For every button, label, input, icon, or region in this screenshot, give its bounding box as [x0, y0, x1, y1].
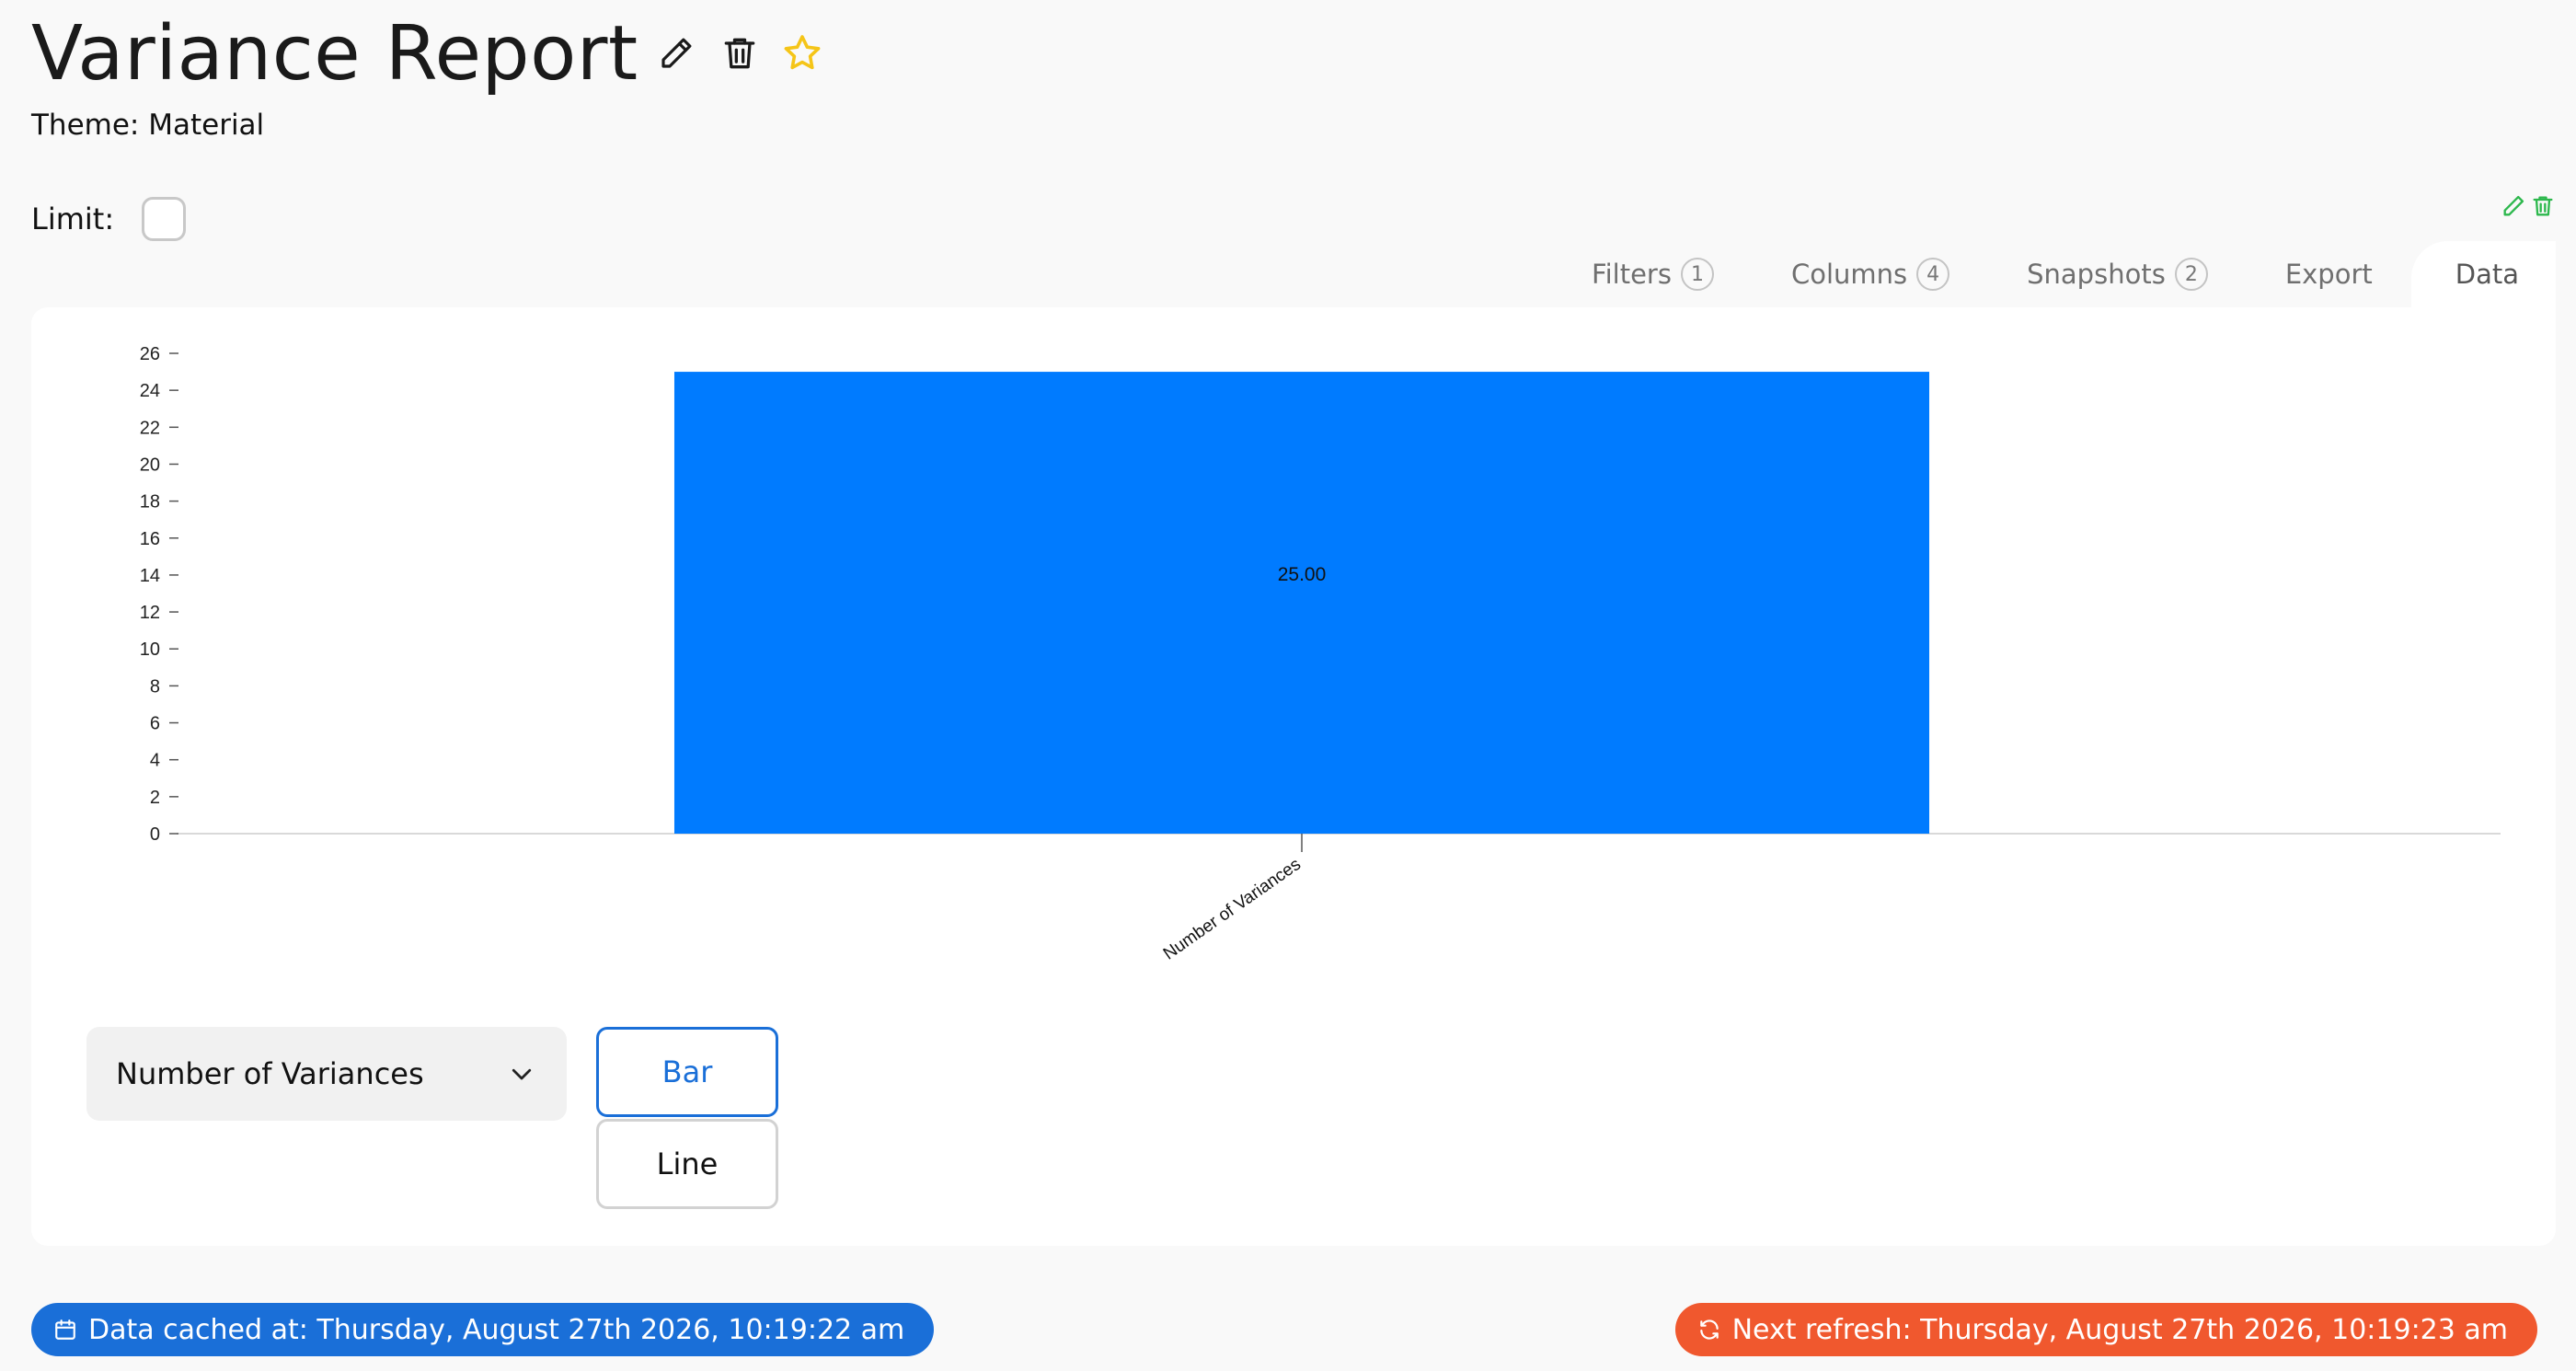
chevron-down-icon: [512, 1068, 532, 1080]
y-tick-label: 2: [150, 788, 160, 808]
theme-label: Theme: Material: [31, 109, 265, 142]
tab-count-badge: 2: [2174, 258, 2208, 291]
tab-filters[interactable]: Filters 1: [1553, 241, 1753, 307]
trash-icon: [724, 38, 754, 69]
tab-snapshots[interactable]: Snapshots 2: [1988, 241, 2247, 307]
x-tick-label: Number of Variances: [1160, 855, 1305, 964]
pencil-icon: [661, 38, 692, 68]
tab-label: Snapshots: [2027, 259, 2166, 290]
limit-row: Limit:: [31, 193, 187, 245]
y-tick-label: 20: [140, 455, 160, 475]
y-tick-label: 16: [140, 529, 160, 549]
pencil-icon: [2503, 195, 2524, 216]
calendar-icon: [55, 1319, 75, 1340]
limit-label: Limit:: [31, 202, 115, 236]
y-tick-label: 18: [140, 492, 160, 513]
page-title: Variance Report: [31, 9, 638, 98]
panel-actions: [2501, 193, 2556, 219]
tab-label: Export: [2284, 259, 2373, 290]
tab-data[interactable]: Data: [2410, 241, 2556, 307]
y-tick-label: 26: [140, 344, 160, 364]
title-row: Variance Report: [31, 7, 824, 99]
y-tick-label: 24: [140, 381, 160, 401]
refresh-status-text: Next refresh: Thursday, August 27th 2026…: [1731, 1313, 2508, 1346]
edit-title-button[interactable]: [657, 34, 696, 73]
bar-value-label: 25.00: [1278, 564, 1327, 585]
tab-columns[interactable]: Columns 4: [1753, 241, 1988, 307]
y-tick-label: 22: [140, 418, 160, 438]
tab-count-badge: 1: [1680, 258, 1714, 291]
y-tick-label: 6: [150, 714, 160, 734]
y-tick-label: 14: [140, 566, 160, 586]
tab-label: Columns: [1790, 259, 1908, 290]
tab-count-badge: 4: [1916, 258, 1950, 291]
bar: [673, 372, 1930, 834]
refresh-status-badge: Next refresh: Thursday, August 27th 2026…: [1674, 1303, 2537, 1356]
data-panel: 0 2 4 6 8 10 12 14 16 18 20 22 24 26 25.00 Number of Va…: [31, 307, 2556, 1246]
measure-select-value: Number of Variances: [116, 1056, 424, 1091]
chart-controls: Number of Variances Bar Line: [86, 1027, 778, 1209]
y-tick-label: 4: [150, 751, 160, 771]
limit-checkbox[interactable]: [142, 197, 187, 241]
tab-bar: Filters 1 Columns 4 Snapshots 2 Export D…: [1553, 241, 2556, 307]
chart-type-bar-button[interactable]: Bar: [596, 1027, 778, 1117]
cache-status-badge: Data cached at: Thursday, August 27th 20…: [31, 1303, 935, 1356]
y-tick-label: 12: [140, 603, 160, 623]
y-tick-label: 8: [150, 676, 160, 697]
star-icon: [784, 35, 821, 70]
y-tick-label: 0: [150, 824, 160, 845]
cache-status-text: Data cached at: Thursday, August 27th 20…: [88, 1313, 905, 1346]
refresh-icon: [1699, 1319, 1719, 1340]
tab-export[interactable]: Export: [2247, 241, 2411, 307]
tab-label: Filters: [1592, 259, 1672, 290]
y-tick-label: 10: [140, 639, 160, 660]
favorite-button[interactable]: [780, 31, 824, 75]
chart-type-line-button[interactable]: Line: [596, 1119, 778, 1209]
delete-panel-button[interactable]: [2530, 193, 2556, 219]
delete-report-button[interactable]: [719, 33, 760, 74]
tab-label: Data: [2455, 259, 2519, 290]
measure-select[interactable]: Number of Variances: [86, 1027, 567, 1121]
edit-panel-button[interactable]: [2501, 193, 2526, 219]
bar-chart: 0246810121416182022242625.00Number of Va…: [140, 344, 2501, 964]
trash-icon: [2533, 196, 2553, 216]
chart-type-toggle: Bar Line: [596, 1027, 778, 1209]
